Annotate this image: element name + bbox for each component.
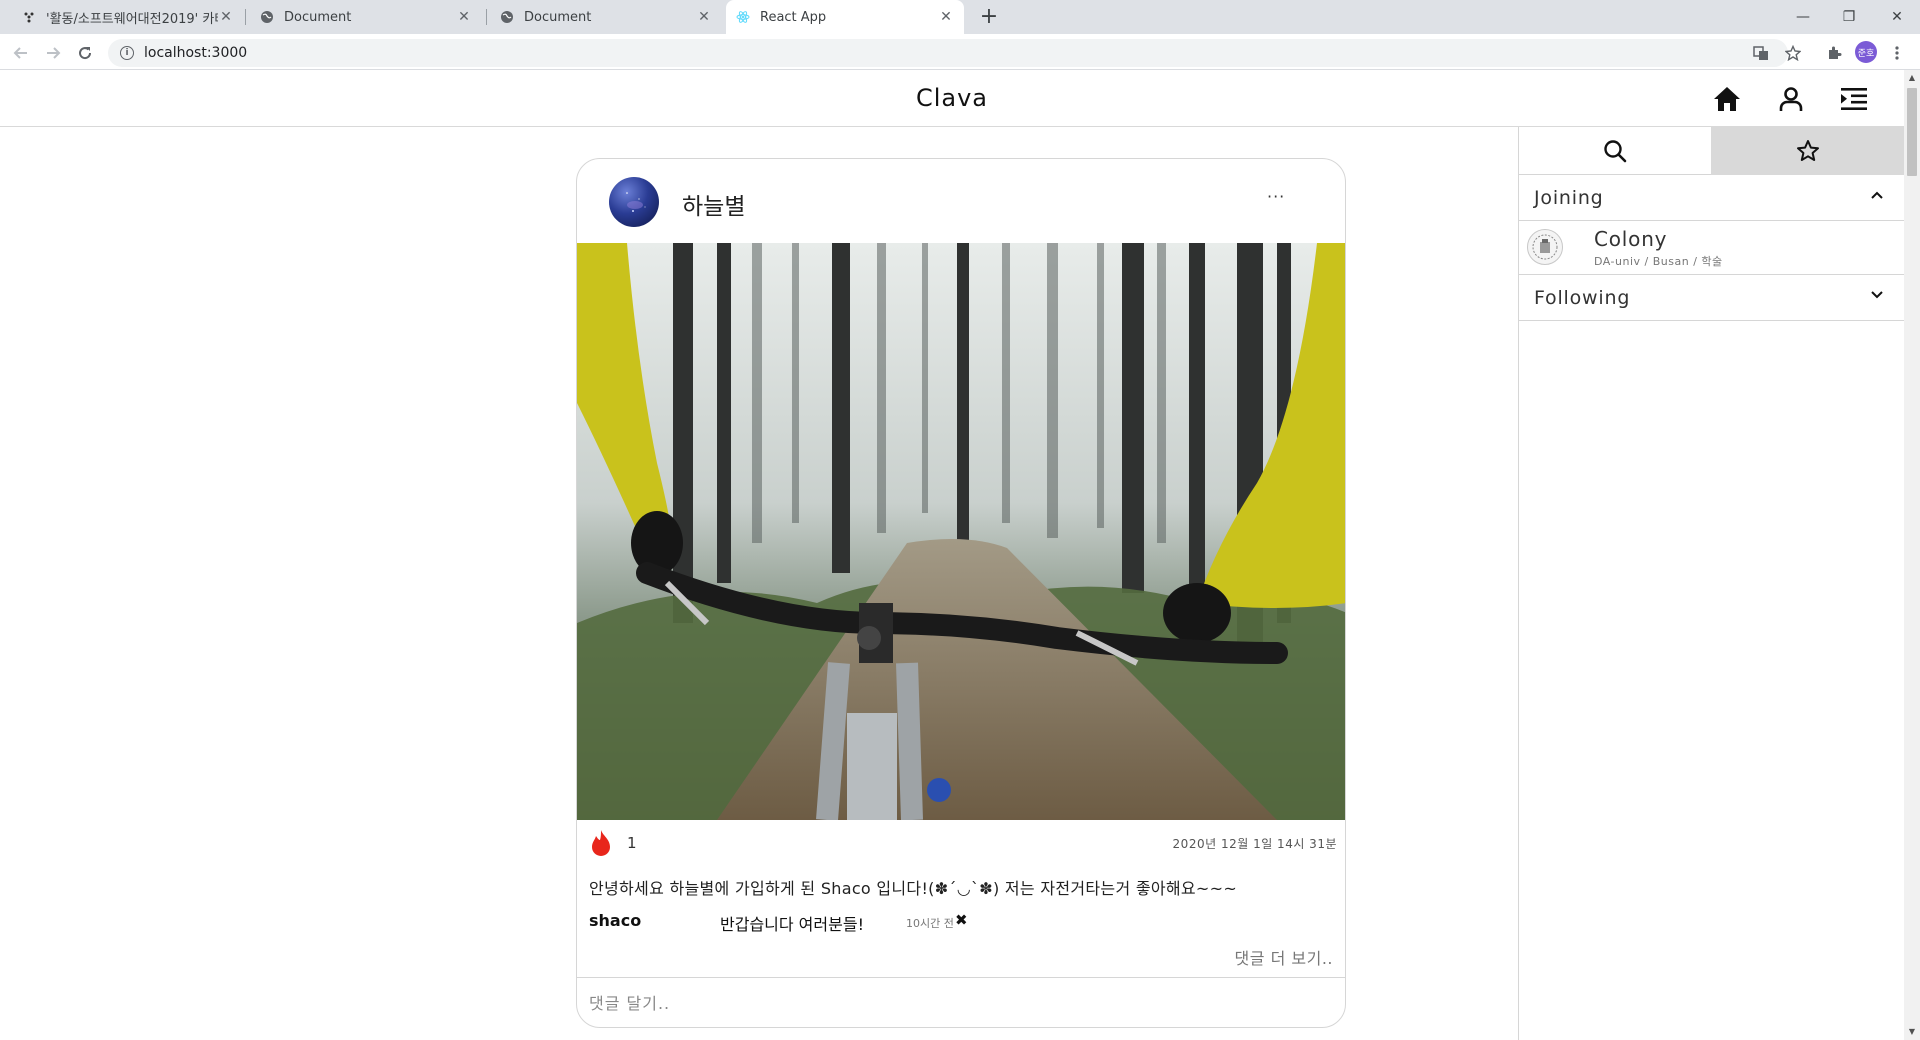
close-icon[interactable]: ✕ [696,9,712,25]
extensions-icon[interactable] [1823,42,1845,64]
arrow-right-icon [47,47,61,59]
post-image [577,243,1345,820]
kebab-menu-icon[interactable] [1886,42,1908,64]
joining-section-header[interactable]: Joining [1519,175,1905,221]
chevron-up-icon[interactable] [1871,187,1883,203]
arrow-left-icon [13,47,27,59]
github-icon [22,10,36,24]
tab-title: React App [760,9,827,25]
group-meta: DA-univ / Busan / 학술 [1594,255,1723,268]
tab-title: Document [284,9,352,25]
more-options-button[interactable]: ··· [1267,187,1285,206]
post-card: 하늘별 ··· 1 2020년 12월 1일 14시 31분 안녕하세요 하늘별… [576,158,1346,1028]
following-label: Following [1534,287,1631,309]
page-scrollbar[interactable]: ▲ ▼ [1904,70,1920,1040]
search-icon [1604,140,1627,163]
reload-button[interactable] [72,40,98,66]
globe-icon [500,10,514,24]
menu-indent-icon[interactable] [1837,82,1871,116]
close-icon[interactable]: ✕ [218,9,234,25]
url-text: localhost:3000 [144,45,248,61]
scroll-up-arrow[interactable]: ▲ [1904,70,1920,86]
like-count: 1 [627,834,637,852]
globe-icon [260,10,274,24]
address-bar: i localhost:3000 [0,34,1920,70]
chevron-down-icon[interactable] [1871,287,1883,303]
comment-text: 반갑습니다 여러분들! [720,915,864,934]
window-close-button[interactable]: ✕ [1874,0,1920,34]
comment-input-area [577,977,1345,1027]
forward-button[interactable] [40,40,66,66]
author-avatar[interactable] [609,177,659,227]
browser-tab-bar: '활동/소프트웨어대전2019' 카테 ✕ Document ✕ Documen… [0,0,1920,34]
scrollbar-thumb[interactable] [1907,88,1917,176]
group-item-colony[interactable]: Colony DA-univ / Busan / 학술 [1519,221,1905,275]
comment-row: shaco 반갑습니다 여러분들! 10시간 전 ✖ [589,911,1337,934]
close-icon[interactable]: ✕ [938,9,954,25]
comment-author[interactable]: shaco [589,911,641,930]
user-icon[interactable] [1774,82,1808,116]
author-name[interactable]: 하늘별 [682,187,745,221]
post-header: 하늘별 ··· [577,159,1345,243]
browser-tab[interactable]: '활동/소프트웨어대전2019' 카테 ✕ [12,0,244,34]
restore-button[interactable]: ❐ [1826,0,1872,34]
info-icon[interactable]: i [120,46,134,60]
sidebar: Joining Colony DA-univ / Busan / 학술 Foll… [1518,127,1905,1040]
browser-tab[interactable]: Document ✕ [490,0,722,34]
new-tab-button[interactable]: + [976,4,1002,30]
post-actions: 1 2020년 12월 1일 14시 31분 [589,827,1337,857]
translate-icon[interactable] [1750,42,1772,64]
comment-time: 10시간 전 [906,917,954,930]
joining-label: Joining [1534,187,1604,209]
post-caption: 안녕하세요 하늘별에 가입하게 된 Shaco 입니다!(✽´◡`✽) 저는 자… [589,879,1238,898]
close-icon[interactable]: ✕ [456,9,472,25]
tab-favorites[interactable] [1711,127,1905,175]
fire-icon[interactable] [589,829,613,861]
url-bar[interactable]: i localhost:3000 [108,39,1788,67]
minimize-button[interactable]: — [1780,0,1826,34]
profile-avatar[interactable]: 준호 [1855,41,1877,63]
post-date: 2020년 12월 1일 14시 31분 [1172,837,1337,851]
group-logo [1527,229,1563,265]
home-icon[interactable] [1710,82,1744,116]
bookmark-star-icon[interactable] [1782,42,1804,64]
app-header: Clava [0,70,1904,127]
tab-separator [245,9,246,25]
brand-logo[interactable]: Clava [0,84,1904,112]
react-icon [736,10,750,24]
group-name: Colony [1594,227,1668,251]
reload-icon [79,47,92,60]
more-comments-link[interactable]: 댓글 더 보기.. [1235,945,1333,969]
tab-separator [486,9,487,25]
tab-title: Document [524,9,592,25]
browser-tab[interactable]: Document ✕ [250,0,482,34]
delete-comment-icon[interactable]: ✖ [955,911,968,929]
sidebar-tabs [1519,127,1905,175]
back-button[interactable] [8,40,34,66]
tab-title: '활동/소프트웨어대전2019' 카테 [46,11,218,27]
browser-tab-active[interactable]: React App ✕ [726,0,964,34]
comment-input[interactable] [589,988,1329,1018]
following-section-header[interactable]: Following [1519,275,1905,321]
star-icon [1797,140,1819,161]
tab-search[interactable] [1519,127,1711,175]
scroll-down-arrow[interactable]: ▼ [1904,1024,1920,1040]
